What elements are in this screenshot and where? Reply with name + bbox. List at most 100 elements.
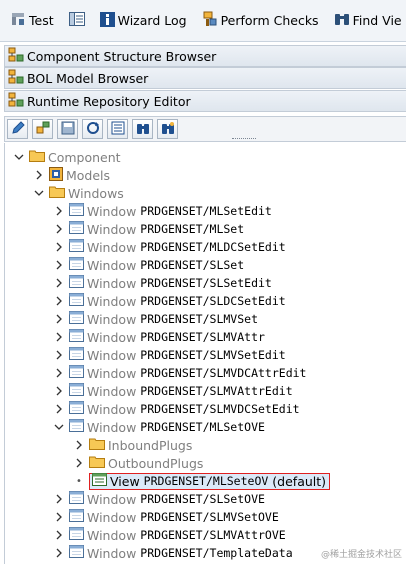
- test-button[interactable]: Test: [10, 11, 54, 30]
- window-node[interactable]: Window PRDGENSET/SLMVAttrEdit: [53, 382, 293, 400]
- chevron-down-icon[interactable]: [33, 184, 45, 202]
- chevron-right-icon[interactable]: [53, 508, 65, 526]
- window-prefix: Window: [87, 347, 137, 363]
- bol-model-browser-panel[interactable]: BOL Model Browser: [4, 67, 406, 89]
- chevron-right-icon[interactable]: [53, 382, 65, 400]
- edit-button[interactable]: [7, 119, 28, 139]
- hierarchy-icon: [8, 92, 24, 110]
- window-prefix: Window: [87, 509, 137, 525]
- window-icon: [69, 221, 84, 237]
- assign-button[interactable]: [32, 119, 53, 139]
- find-view-label: Find Vie: [352, 13, 402, 28]
- chevron-right-icon[interactable]: [53, 400, 65, 418]
- chevron-right-icon[interactable]: [53, 526, 65, 544]
- chevron-down-icon[interactable]: [53, 418, 65, 436]
- window-node[interactable]: Window PRDGENSET/SLSetOVE: [53, 490, 265, 508]
- window-node[interactable]: Window PRDGENSET/SLSetEdit: [53, 274, 272, 292]
- chevron-right-icon[interactable]: [53, 346, 65, 364]
- search-details-button[interactable]: [157, 119, 178, 139]
- folder-icon: [49, 185, 65, 201]
- window-name: PRDGENSET/MLSetEdit: [140, 204, 272, 218]
- chevron-right-icon[interactable]: [53, 328, 65, 346]
- window-node[interactable]: Window PRDGENSET/SLMVDCSetEdit: [53, 400, 300, 418]
- window-icon: [69, 239, 84, 255]
- window-icon: [69, 275, 84, 291]
- window-node[interactable]: Window PRDGENSET/MLSetOVE: [53, 418, 265, 436]
- selected-view-item[interactable]: View PRDGENSET/MLSeteOV (default): [89, 472, 331, 490]
- tree-node-component[interactable]: Component: [13, 148, 121, 166]
- chevron-right-icon[interactable]: [53, 202, 65, 220]
- tree-node-view[interactable]: • View PRDGENSET/MLSeteOV (default): [73, 472, 331, 490]
- tree-label-outbound-plugs: OutboundPlugs: [108, 455, 204, 471]
- window-icon: [69, 401, 84, 417]
- window-node[interactable]: Window PRDGENSET/TemplateData: [53, 544, 293, 562]
- component-tree: Component Models Windows Window PRDGENSET…: [4, 143, 406, 564]
- window-node[interactable]: Window PRDGENSET/SLDCSetEdit: [53, 292, 286, 310]
- chevron-right-icon[interactable]: [53, 256, 65, 274]
- chevron-right-icon[interactable]: [53, 238, 65, 256]
- window-name: PRDGENSET/SLSetOVE: [140, 492, 265, 506]
- folder-icon: [89, 437, 105, 453]
- find-view-button[interactable]: Find Vie: [334, 11, 402, 30]
- chevron-right-icon[interactable]: [73, 436, 85, 454]
- folder-icon: [29, 149, 45, 165]
- perform-checks-label: Perform Checks: [220, 13, 319, 28]
- layout-icon: [68, 12, 85, 29]
- window-prefix: Window: [87, 545, 137, 561]
- search-button[interactable]: [132, 119, 153, 139]
- window-icon: [69, 419, 84, 435]
- window-node[interactable]: Window PRDGENSET/SLSet: [53, 256, 244, 274]
- panel-sash[interactable]: [232, 138, 256, 140]
- leaf-bullet-icon: •: [76, 475, 82, 487]
- hierarchy-icon: [8, 69, 24, 87]
- window-node[interactable]: Window PRDGENSET/SLMVAttr: [53, 328, 265, 346]
- tree-node-outbound-plugs[interactable]: OutboundPlugs: [73, 454, 203, 472]
- component-structure-browser-panel[interactable]: Component Structure Browser: [4, 45, 406, 67]
- tree-node-models[interactable]: Models: [33, 166, 110, 184]
- chevron-right-icon[interactable]: [53, 274, 65, 292]
- window-node[interactable]: Window PRDGENSET/SLMVDCAttrEdit: [53, 364, 306, 382]
- window-node[interactable]: Window PRDGENSET/MLSetEdit: [53, 202, 272, 220]
- chevron-right-icon[interactable]: [73, 454, 85, 472]
- window-icon: [69, 509, 84, 525]
- chevron-right-icon[interactable]: [33, 166, 45, 184]
- window-node[interactable]: Window PRDGENSET/SLMVSet: [53, 310, 258, 328]
- tree-node-inbound-plugs[interactable]: InboundPlugs: [73, 436, 192, 454]
- window-prefix: Window: [87, 383, 137, 399]
- chevron-right-icon[interactable]: [53, 490, 65, 508]
- refresh-button[interactable]: [82, 119, 103, 139]
- chevron-right-icon[interactable]: [53, 292, 65, 310]
- wizard-log-button[interactable]: Wizard Log: [99, 11, 187, 30]
- save-button[interactable]: [57, 119, 78, 139]
- window-name: PRDGENSET/MLSet: [140, 222, 245, 236]
- edit-icon: [11, 120, 25, 138]
- window-node[interactable]: Window PRDGENSET/SLMVAttrOVE: [53, 526, 286, 544]
- main-toolbar: Test Wizard Log Perform Checks Find Vie: [0, 0, 406, 42]
- chevron-right-icon[interactable]: [53, 310, 65, 328]
- window-node[interactable]: Window PRDGENSET/SLMVSetEdit: [53, 346, 286, 364]
- window-prefix: Window: [87, 419, 137, 435]
- window-node[interactable]: Window PRDGENSET/SLMVSetOVE: [53, 508, 279, 526]
- layout-button[interactable]: [68, 12, 85, 29]
- window-prefix: Window: [87, 203, 137, 219]
- window-prefix: Window: [87, 275, 137, 291]
- window-node[interactable]: Window PRDGENSET/MLDCSetEdit: [53, 238, 286, 256]
- perform-checks-button[interactable]: Perform Checks: [202, 11, 319, 30]
- chevron-right-icon[interactable]: [53, 364, 65, 382]
- window-name: PRDGENSET/SLDCSetEdit: [140, 294, 286, 308]
- search-icon: [136, 121, 150, 138]
- view-name: PRDGENSET/MLSeteOV: [143, 474, 269, 488]
- window-prefix: Window: [87, 311, 137, 327]
- tool-icon: [10, 11, 26, 30]
- window-node[interactable]: Window PRDGENSET/MLSet: [53, 220, 244, 238]
- window-prefix: Window: [87, 239, 137, 255]
- runtime-repository-editor-panel[interactable]: Runtime Repository Editor: [4, 90, 406, 112]
- chevron-right-icon[interactable]: [53, 220, 65, 238]
- panel-label: Runtime Repository Editor: [27, 93, 191, 109]
- tree-node-windows[interactable]: Windows: [33, 184, 124, 202]
- chevron-right-icon[interactable]: [53, 544, 65, 562]
- tree-label-models: Models: [66, 167, 111, 183]
- list-button[interactable]: [107, 119, 128, 139]
- window-name: PRDGENSET/TemplateData: [140, 546, 293, 560]
- chevron-down-icon[interactable]: [13, 148, 25, 166]
